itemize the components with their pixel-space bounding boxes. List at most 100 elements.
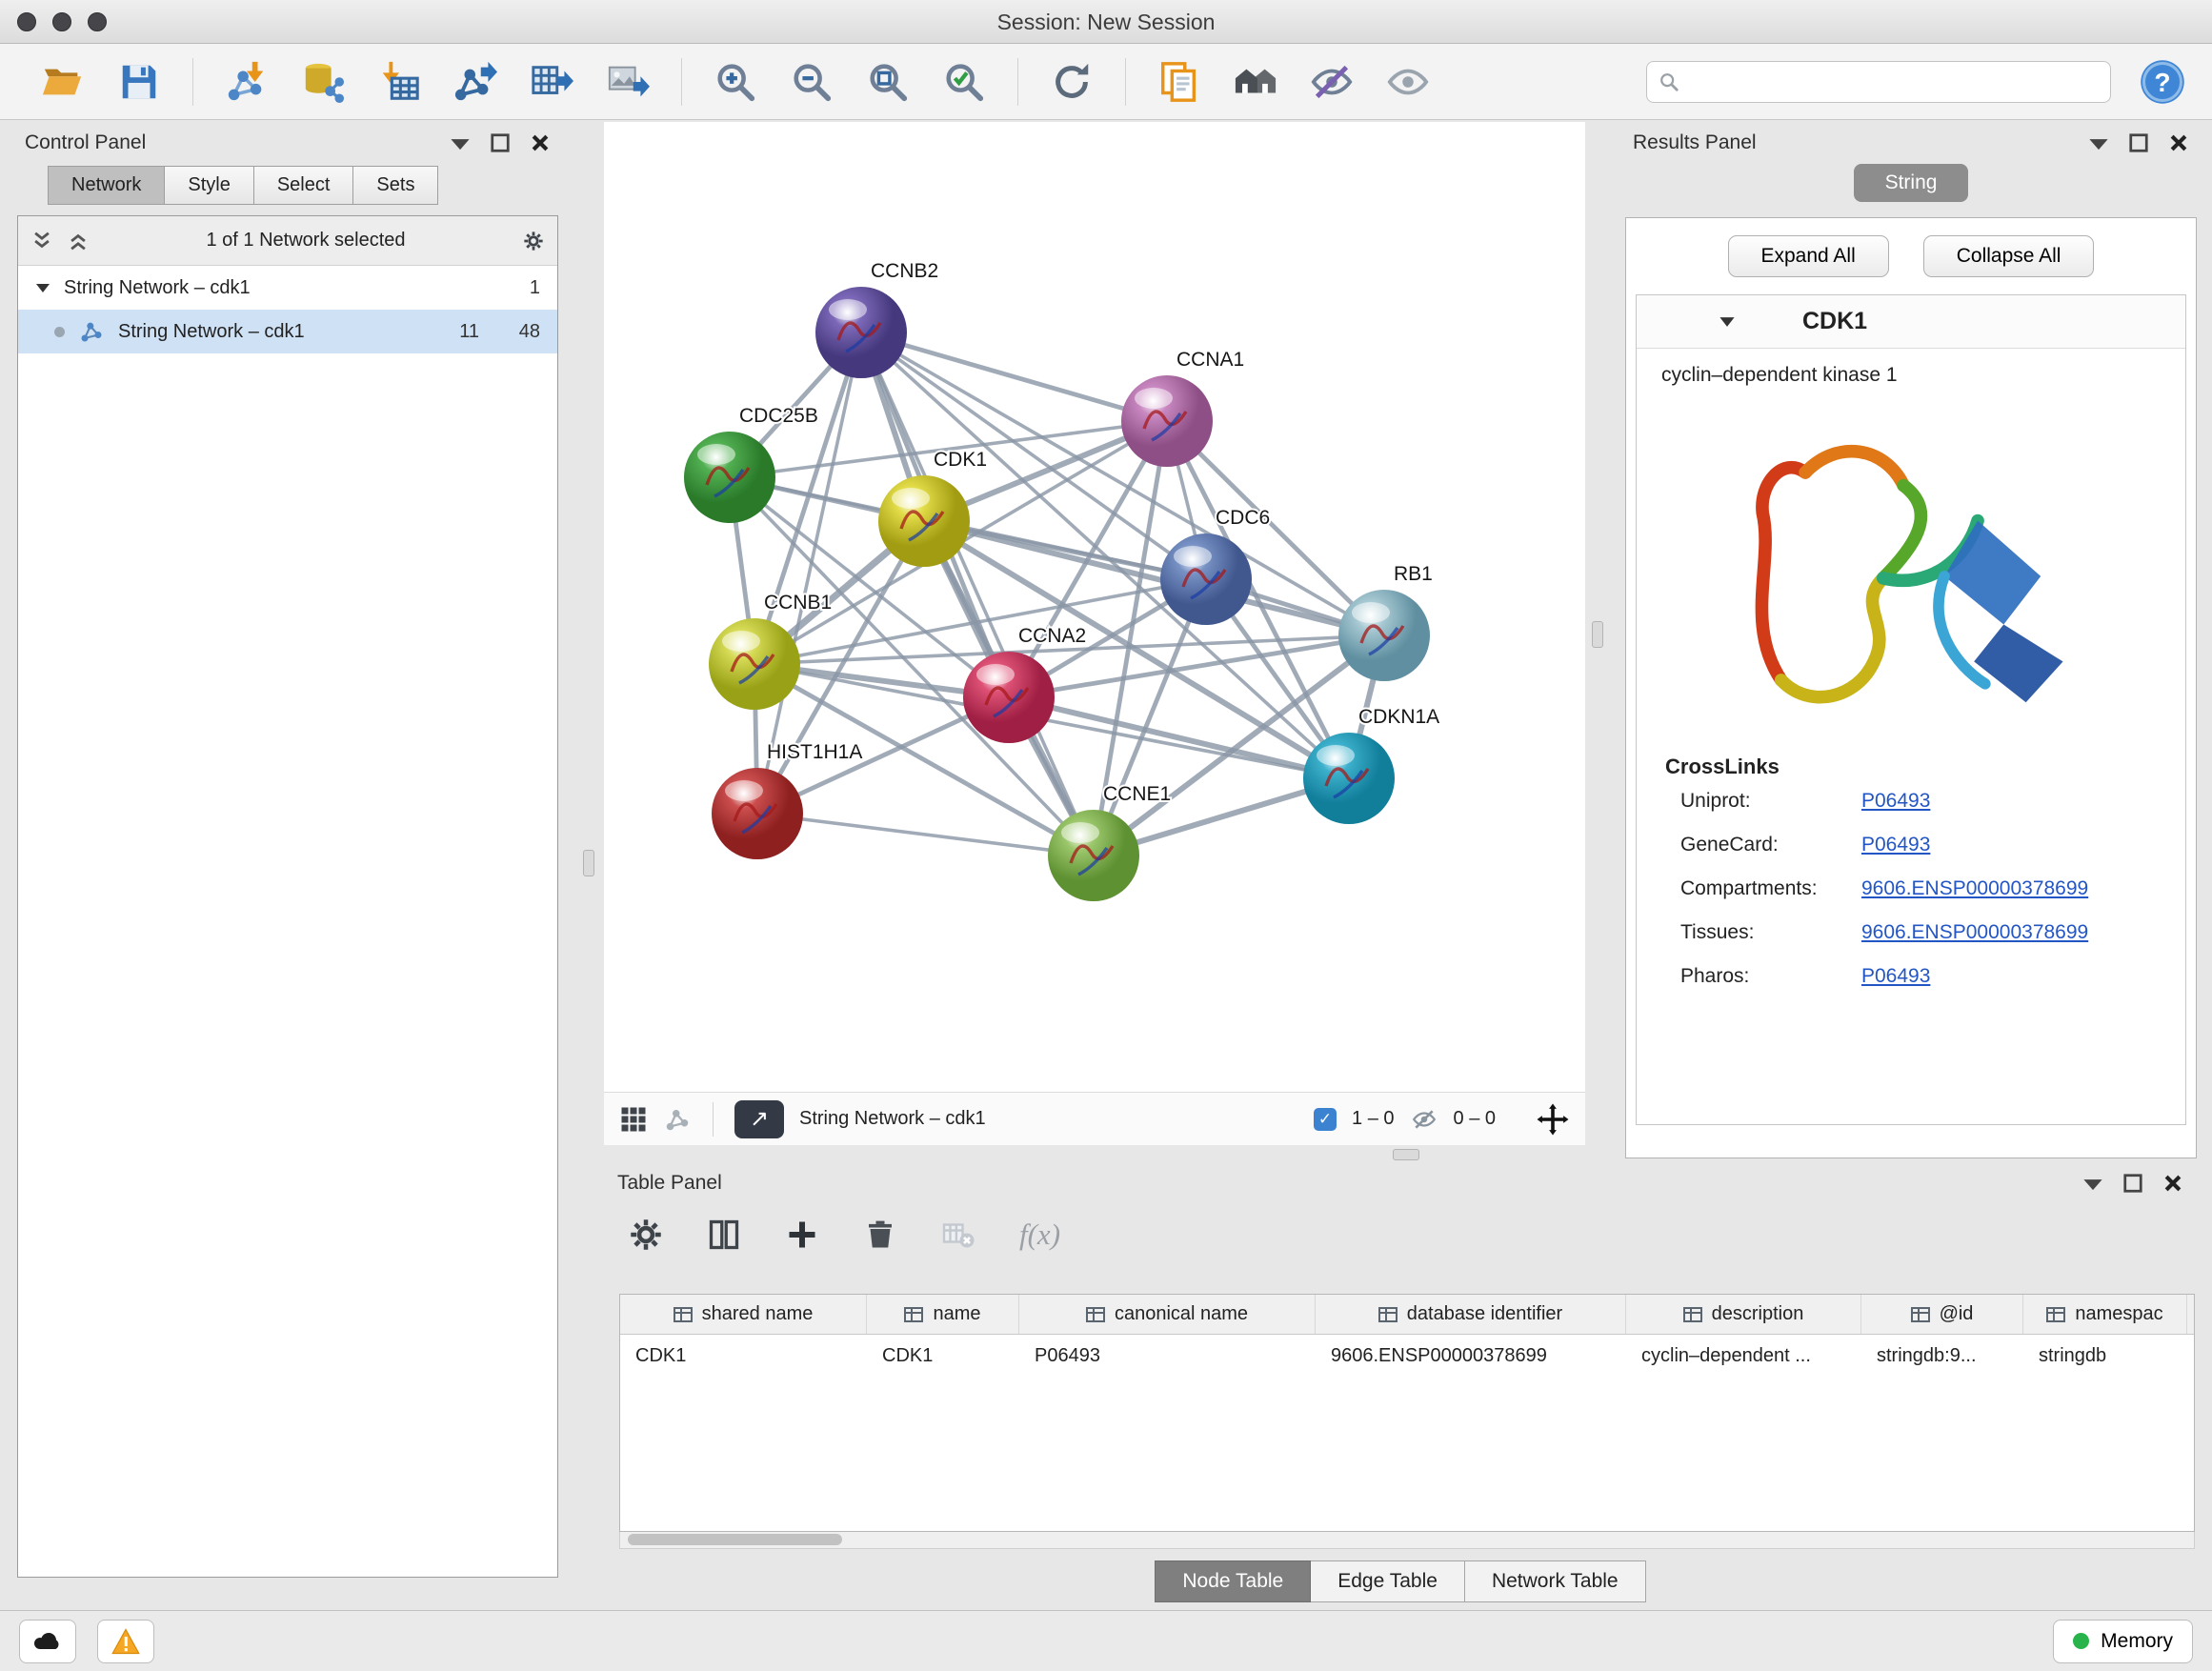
collapse-all-icon[interactable]	[31, 231, 52, 252]
tab-sets[interactable]: Sets	[353, 166, 438, 205]
open-folder-icon[interactable]	[35, 54, 90, 110]
export-image-icon[interactable]	[600, 54, 655, 110]
caret-down-icon[interactable]	[1719, 315, 1736, 328]
node-label: CCNB2	[871, 260, 938, 282]
float-panel-icon[interactable]	[490, 132, 511, 153]
crosslink-label: Uniprot:	[1680, 790, 1861, 813]
add-column-icon[interactable]	[785, 1216, 823, 1254]
export-table-icon[interactable]	[524, 54, 579, 110]
birds-eye-grid-icon[interactable]	[619, 1105, 648, 1134]
crosslink-link[interactable]: 9606.ENSP00000378699	[1861, 921, 2088, 944]
zoom-window-button[interactable]	[88, 12, 107, 31]
zoom-selected-icon[interactable]	[936, 54, 992, 110]
gene-description: cyclin–dependent kinase 1	[1637, 349, 2185, 387]
close-window-button[interactable]	[17, 12, 36, 31]
collapse-all-button[interactable]: Collapse All	[1923, 235, 2095, 277]
memory-button[interactable]: Memory	[2053, 1620, 2193, 1663]
crosslink-label: Tissues:	[1680, 921, 1861, 944]
gear-icon[interactable]	[523, 231, 544, 252]
network-edge[interactable]	[757, 814, 1094, 856]
minimize-window-button[interactable]	[52, 12, 71, 31]
search-input[interactable]	[1689, 62, 2099, 102]
close-panel-icon[interactable]	[2168, 132, 2189, 153]
column-header-namespac[interactable]: namespac	[2023, 1295, 2187, 1334]
panel-menu-icon[interactable]	[2088, 132, 2109, 153]
scrollbar-thumb[interactable]	[628, 1534, 842, 1545]
horizontal-splitter-handle[interactable]	[1393, 1149, 1419, 1160]
column-header-description[interactable]: description	[1626, 1295, 1861, 1334]
columns-icon[interactable]	[707, 1216, 745, 1254]
tab-edge-table[interactable]: Edge Table	[1311, 1560, 1465, 1602]
zoom-in-icon[interactable]	[708, 54, 763, 110]
network-share-gray-icon[interactable]	[663, 1105, 692, 1134]
refresh-icon[interactable]	[1044, 54, 1099, 110]
duplicate-document-icon[interactable]	[1152, 54, 1207, 110]
network-edge[interactable]	[861, 332, 1167, 421]
float-panel-icon[interactable]	[2122, 1173, 2143, 1194]
column-header-name[interactable]: name	[867, 1295, 1019, 1334]
tab-node-table[interactable]: Node Table	[1155, 1560, 1311, 1602]
float-panel-icon[interactable]	[2128, 132, 2149, 153]
export-network-icon[interactable]	[448, 54, 503, 110]
eye-icon[interactable]	[1380, 54, 1436, 110]
tab-network[interactable]: Network	[48, 166, 165, 205]
search-box	[1646, 61, 2111, 103]
tab-network-table[interactable]: Network Table	[1465, 1560, 1646, 1602]
network-row[interactable]: String Network – cdk1 11 48	[18, 310, 557, 353]
warning-icon[interactable]	[97, 1620, 154, 1663]
network-selection-summary: 1 of 1 Network selected	[104, 230, 508, 252]
save-icon[interactable]	[111, 54, 167, 110]
delete-table-icon[interactable]	[941, 1216, 979, 1254]
column-header-canonical-name[interactable]: canonical name	[1019, 1295, 1316, 1334]
expand-all-button[interactable]: Expand All	[1728, 235, 1889, 277]
import-table-icon[interactable]	[372, 54, 427, 110]
hidden-eye-slash-icon[interactable]	[1410, 1107, 1438, 1132]
tab-string[interactable]: String	[1854, 164, 1968, 202]
crosslink-link[interactable]: 9606.ENSP00000378699	[1861, 877, 2088, 900]
crosslink-row: Uniprot:P06493	[1637, 779, 2185, 823]
cloud-icon[interactable]	[19, 1620, 76, 1663]
import-database-icon[interactable]	[295, 54, 351, 110]
column-grid-icon	[904, 1305, 923, 1324]
expand-all-icon[interactable]	[68, 231, 89, 252]
caret-down-icon[interactable]	[35, 282, 50, 293]
column-header--id[interactable]: @id	[1861, 1295, 2023, 1334]
eye-slash-icon[interactable]	[1304, 54, 1359, 110]
delete-column-icon[interactable]	[863, 1216, 901, 1254]
vertical-splitter-handle[interactable]	[583, 850, 594, 876]
houses-icon[interactable]	[1228, 54, 1283, 110]
tab-style[interactable]: Style	[165, 166, 253, 205]
network-collection-row[interactable]: String Network – cdk1 1	[18, 266, 557, 310]
edge-count: 48	[513, 321, 540, 343]
open-in-new-window-icon[interactable]: ↗	[734, 1100, 784, 1138]
function-builder-icon[interactable]: f(x)	[1019, 1218, 1060, 1252]
network-edge[interactable]	[754, 332, 861, 664]
column-header-shared-name[interactable]: shared name	[620, 1295, 867, 1334]
panel-menu-icon[interactable]	[450, 132, 471, 153]
column-grid-icon	[2046, 1305, 2065, 1324]
zoom-out-icon[interactable]	[784, 54, 839, 110]
network-edge[interactable]	[861, 332, 1094, 856]
table-row[interactable]: CDK1CDK1P064939606.ENSP00000378699cyclin…	[620, 1335, 2194, 1377]
zoom-fit-icon[interactable]	[860, 54, 915, 110]
gene-name: CDK1	[1802, 308, 1867, 335]
network-canvas[interactable]: CCNB2CCNA1CDC25BCDK1CDC6RB1CCNB1CCNA2CDK…	[604, 122, 1585, 1092]
crosshair-move-icon[interactable]	[1536, 1102, 1570, 1137]
crosslink-link[interactable]: P06493	[1861, 965, 1930, 988]
import-network-icon[interactable]	[219, 54, 274, 110]
horizontal-scrollbar[interactable]	[619, 1532, 2195, 1549]
memory-status-icon	[2073, 1633, 2089, 1649]
network-view-toolbar: ↗ String Network – cdk1 ✓ 1 – 0 0 – 0	[604, 1092, 1585, 1145]
column-header-database-identifier[interactable]: database identifier	[1316, 1295, 1626, 1334]
node-gloss-highlight	[892, 488, 930, 509]
close-panel-icon[interactable]	[2162, 1173, 2183, 1194]
panel-menu-icon[interactable]	[2082, 1173, 2103, 1194]
crosslink-link[interactable]: P06493	[1861, 790, 1930, 813]
crosslink-link[interactable]: P06493	[1861, 834, 1930, 856]
gear-icon[interactable]	[629, 1216, 667, 1254]
close-panel-icon[interactable]	[530, 132, 551, 153]
vertical-splitter-handle[interactable]	[1592, 621, 1603, 648]
tab-select[interactable]: Select	[254, 166, 354, 205]
selected-checkbox-icon[interactable]: ✓	[1314, 1108, 1337, 1131]
help-icon[interactable]: ?	[2138, 57, 2187, 107]
